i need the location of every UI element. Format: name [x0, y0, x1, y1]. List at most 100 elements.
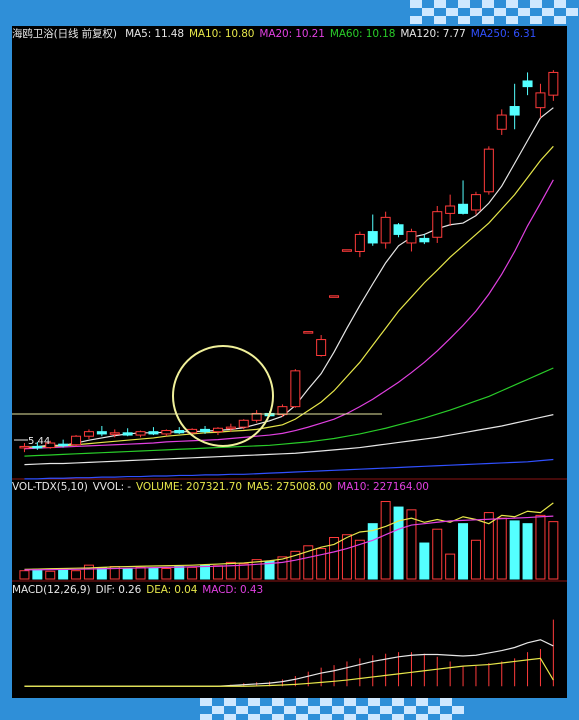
candle	[135, 430, 146, 438]
candle-body	[445, 205, 456, 214]
candle-body	[535, 92, 546, 109]
candle-body	[58, 443, 69, 447]
legend-ma10: MA10: 227164.00	[337, 481, 429, 493]
checker-cell	[434, 0, 446, 8]
candle-body	[225, 426, 236, 430]
dea-line	[24, 657, 554, 687]
candle	[522, 72, 533, 96]
volume-bar	[212, 565, 223, 580]
volume-bar	[19, 570, 30, 580]
ma-line-ma10	[24, 145, 554, 449]
checker-cell	[236, 706, 248, 714]
checker-cell	[200, 714, 212, 720]
checker-cell	[470, 8, 482, 16]
checker-cell	[440, 698, 452, 706]
volume-bar	[406, 509, 417, 580]
volume-bar	[470, 539, 481, 580]
checker-cell	[392, 698, 404, 706]
checker-cell	[494, 8, 506, 16]
candle	[470, 191, 481, 215]
legend-ma5: MA5: 275008.00	[246, 481, 333, 493]
highlight-circle-annotation	[172, 345, 274, 447]
candle	[212, 427, 223, 436]
candle	[445, 194, 456, 226]
checker-cell	[530, 0, 542, 8]
volume-bar	[238, 563, 249, 580]
volume-bar	[522, 523, 533, 580]
candle-body	[509, 106, 520, 116]
candle-body	[290, 370, 301, 408]
checker-cell	[530, 16, 542, 24]
candle	[419, 234, 430, 245]
low-price-marker: 5.44	[14, 436, 50, 447]
checker-cell	[446, 8, 458, 16]
volume-bar	[367, 523, 378, 580]
candle	[341, 249, 352, 252]
candle-body	[367, 231, 378, 244]
checker-cell	[284, 706, 296, 714]
candle-body	[496, 114, 507, 130]
volume-bar	[96, 567, 107, 580]
checker-cell	[506, 16, 518, 24]
checker-cell	[272, 698, 284, 706]
candle	[96, 425, 107, 437]
legend-vvol: VVOL: -	[92, 481, 131, 493]
checker-cell	[224, 714, 236, 720]
candle	[509, 83, 520, 130]
checker-cell	[458, 16, 470, 24]
checker-cell	[248, 714, 260, 720]
candle-body	[122, 432, 133, 436]
volume-bar	[148, 567, 159, 580]
candle-body	[212, 427, 223, 433]
checker-cell	[440, 714, 452, 720]
candle-body	[548, 71, 559, 96]
checker-cell	[518, 8, 530, 16]
checker-cell	[212, 706, 224, 714]
checker-cell	[410, 16, 422, 24]
candle	[148, 427, 159, 436]
candle	[354, 231, 365, 258]
candle-body	[174, 430, 185, 434]
checker-cell	[422, 8, 434, 16]
volume-bar	[329, 537, 340, 580]
candle-body	[380, 216, 391, 244]
ma-line-ma5	[24, 107, 554, 449]
checker-cell	[428, 706, 440, 714]
volume-bar	[419, 542, 430, 580]
volume-bar	[32, 568, 43, 580]
checker-cell	[308, 706, 320, 714]
volume-bar	[380, 501, 391, 580]
checker-cell	[296, 714, 308, 720]
volume-bar	[535, 514, 546, 580]
candle	[83, 429, 94, 440]
macd-layer	[24, 619, 554, 687]
candle	[367, 214, 378, 246]
legend-indicator: MACD(12,26,9)	[12, 584, 91, 596]
candle-body	[96, 431, 107, 435]
candle	[535, 83, 546, 118]
checker-cell	[554, 16, 566, 24]
candle	[122, 428, 133, 437]
volume-bar	[187, 566, 198, 580]
legend-dea: DEA: 0.04	[146, 584, 198, 596]
checker-cell	[554, 0, 566, 8]
volume-bar	[161, 567, 172, 580]
checker-cell	[248, 698, 260, 706]
ma-line-ma250	[24, 458, 554, 480]
volume-layer	[19, 501, 559, 580]
checker-cell	[416, 714, 428, 720]
candle-body	[329, 295, 340, 298]
macd-legend: MACD(12,26,9) DIF: 0.26 DEA: 0.04 MACD: 0.4…	[12, 582, 273, 598]
candle	[290, 369, 301, 408]
candle-body	[354, 233, 365, 252]
ma-line-ma20	[24, 179, 554, 450]
candle	[303, 331, 314, 334]
candle	[380, 211, 391, 249]
checker-cell	[380, 706, 392, 714]
stock-chart-terminal: 海鸥卫浴(日线 前复权) MA5: 11.48 MA10: 10.80 MA20: …	[12, 26, 567, 698]
checker-cell	[434, 16, 446, 24]
volume-bar	[432, 528, 443, 580]
volume-bar	[316, 548, 327, 580]
dif-line	[24, 639, 554, 687]
candle-body	[341, 249, 352, 252]
